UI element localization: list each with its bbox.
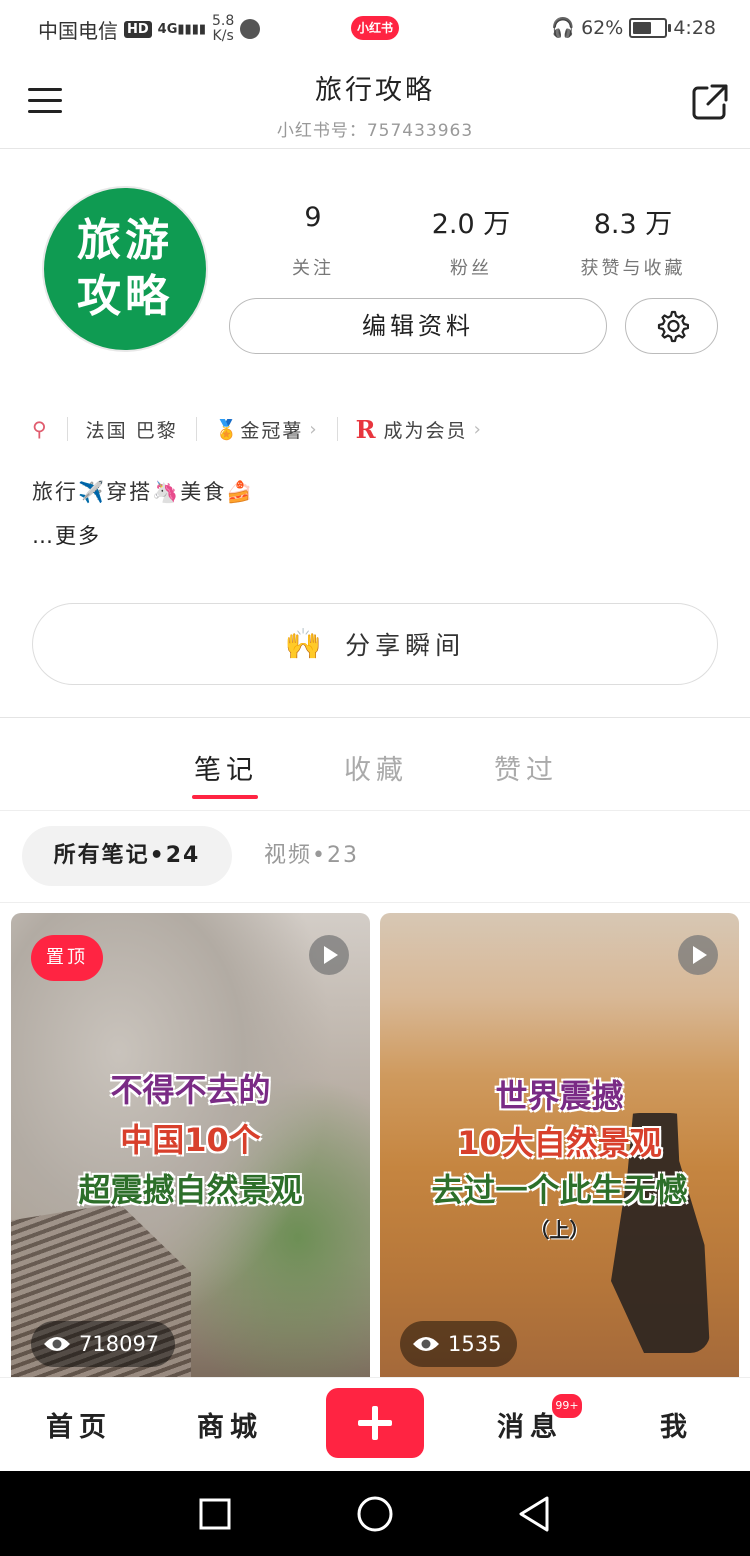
nav-me[interactable]: 我 — [660, 1405, 693, 1444]
stat-following[interactable]: 9 关注 — [238, 202, 388, 280]
view-count-value: 718097 — [79, 1332, 160, 1356]
pinned-badge: 置顶 — [31, 935, 103, 981]
network-type: 4G — [157, 21, 178, 37]
likes-label: 获赞与收藏 — [580, 258, 686, 279]
chevron-right-icon: › — [309, 418, 319, 440]
battery-percent: 62% — [581, 16, 624, 39]
battery-icon — [629, 17, 672, 38]
speed-value: 5.8 — [212, 13, 235, 29]
followers-count: 2.0 万 — [431, 209, 511, 240]
globe-icon — [240, 19, 261, 39]
battery-fill — [633, 21, 651, 34]
clock: 4:28 — [673, 16, 716, 39]
play-icon — [678, 935, 718, 975]
filter-videos[interactable]: 视频•23 — [264, 826, 359, 886]
following-count: 9 — [304, 202, 322, 233]
note-title-line: 中国10个 — [120, 1121, 261, 1159]
status-right: 🎧 62% 4:28 — [551, 16, 716, 40]
tab-liked[interactable]: 赞过 — [494, 748, 558, 787]
app-pill: 小红书 — [351, 16, 399, 40]
gender-icon: ⚲ — [32, 417, 49, 441]
view-count-value: 1535 — [448, 1332, 502, 1356]
location-tag[interactable]: 法国 巴黎 — [86, 416, 178, 443]
section-divider — [0, 717, 750, 718]
recent-apps-icon[interactable] — [198, 1497, 232, 1531]
profile-tags: ⚲ 法国 巴黎 🏅 金冠薯 › R 成为会员 › — [32, 414, 483, 444]
nav-home[interactable]: 首页 — [46, 1405, 112, 1444]
filter-divider — [0, 902, 750, 903]
following-label: 关注 — [292, 258, 334, 279]
note-title-line: （上） — [529, 1218, 590, 1242]
system-nav-bar — [0, 1471, 750, 1556]
filter-all-notes[interactable]: 所有笔记•24 — [22, 826, 232, 886]
bio-more-link[interactable]: …更多 — [32, 520, 101, 550]
bio-text: 旅行✈️穿搭🦄美食🍰 — [32, 480, 255, 504]
tab-collections[interactable]: 收藏 — [344, 748, 408, 787]
medal-icon: 🏅 — [214, 418, 241, 441]
eye-icon — [44, 1337, 70, 1351]
note-title-line: 超震撼自然景观 — [78, 1171, 303, 1209]
add-post-button[interactable] — [326, 1388, 424, 1458]
play-icon — [309, 935, 349, 975]
tab-notes[interactable]: 笔记 — [194, 748, 258, 787]
tabs-divider — [0, 810, 750, 811]
home-icon[interactable] — [356, 1495, 394, 1533]
header-divider — [0, 148, 750, 149]
account-id: 小红书号：757433963 — [276, 121, 474, 141]
stat-likes[interactable]: 8.3 万 获赞与收藏 — [558, 202, 708, 280]
edit-profile-button[interactable]: 编辑资料 — [229, 298, 607, 354]
headphone-icon: 🎧 — [551, 17, 576, 39]
plus-icon — [358, 1406, 392, 1440]
crown-level-tag[interactable]: 金冠薯 — [240, 416, 303, 443]
eye-icon — [413, 1337, 439, 1351]
messages-badge: 99+ — [550, 1392, 584, 1420]
avatar-text-line1: 旅游 — [77, 215, 173, 266]
carrier-name: 中国电信 — [38, 18, 118, 43]
speed-unit: K/s — [212, 28, 234, 44]
likes-count: 8.3 万 — [593, 209, 673, 240]
view-count: 718097 — [31, 1321, 176, 1367]
view-count: 1535 — [400, 1321, 518, 1367]
page-title: 旅行攻略 — [315, 75, 435, 106]
back-icon[interactable] — [516, 1495, 552, 1533]
signal-icon: 4G▮▮▮▮ — [157, 21, 207, 37]
raised-hands-icon: 🙌 — [284, 626, 328, 662]
share-moment-button[interactable]: 🙌 分享瞬间 — [32, 603, 718, 685]
member-r-icon: R — [355, 414, 378, 444]
status-bar: 中国电信 HD 4G▮▮▮▮ 5.8 K/s 小红书 🎧 62% 4:28 — [0, 0, 750, 58]
status-left: 中国电信 HD 4G▮▮▮▮ 5.8 K/s — [38, 14, 261, 44]
chevron-right-icon: › — [473, 418, 483, 440]
nav-mall[interactable]: 商城 — [197, 1405, 263, 1444]
avatar-text-line2: 攻略 — [77, 271, 173, 322]
note-card[interactable]: 世界震撼 10大自然景观 去过一个此生无憾 （上） 1535 — [380, 913, 739, 1377]
note-title-line: 不得不去的 — [110, 1071, 271, 1109]
hd-badge: HD — [124, 20, 152, 38]
share-moment-label: 分享瞬间 — [345, 631, 466, 660]
settings-button[interactable] — [625, 298, 718, 354]
active-tab-indicator — [192, 795, 258, 799]
note-card[interactable]: 置顶 不得不去的 中国10个 超震撼自然景观 718097 — [11, 913, 370, 1377]
note-title-line: 10大自然景观 — [457, 1124, 662, 1162]
network-speed: 5.8 K/s — [212, 14, 234, 44]
note-title-line: 世界震撼 — [495, 1077, 624, 1115]
member-tag[interactable]: 成为会员 — [384, 416, 468, 443]
stat-followers[interactable]: 2.0 万 粉丝 — [396, 202, 546, 280]
share-icon[interactable] — [690, 82, 730, 126]
gear-icon — [657, 310, 689, 343]
avatar[interactable]: 旅游 攻略 — [42, 186, 208, 352]
followers-label: 粉丝 — [450, 258, 492, 279]
